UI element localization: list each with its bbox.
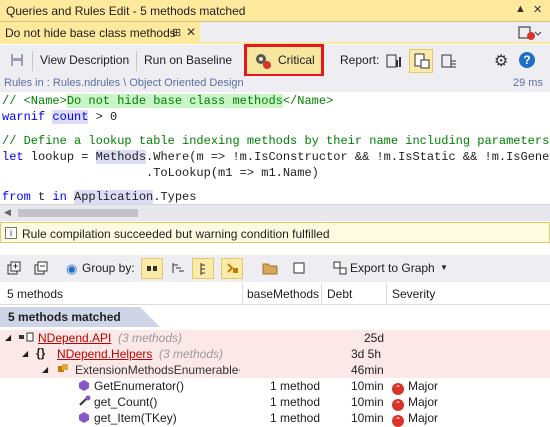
scrollbar-thumb[interactable] xyxy=(18,209,138,217)
close-icon[interactable]: ✕ xyxy=(533,3,542,16)
tab-label: Do not hide base class methods xyxy=(5,26,176,40)
code-line: // Define a lookup table indexing method… xyxy=(2,134,550,148)
column-divider xyxy=(242,283,243,305)
column-divider xyxy=(321,283,322,305)
report-doc-icon[interactable] xyxy=(409,49,433,73)
export-graph-icon[interactable] xyxy=(333,261,347,278)
group-header: 5 methods matched xyxy=(0,307,160,327)
rules-path-bar: Rules in : Rules.ndrules \ Object Orient… xyxy=(0,76,550,92)
results-grid-header: 5 methods baseMethods Debt Severity xyxy=(0,283,550,305)
row-debt: 3d 5h xyxy=(351,347,382,361)
report-label: Report: xyxy=(340,53,380,67)
dropdown-menu-icon[interactable] xyxy=(516,25,542,41)
table-row[interactable]: ◢ NDepend.API (3 methods) 25d xyxy=(0,330,550,346)
query-timing: 29 ms xyxy=(513,77,543,89)
expand-icon[interactable]: ◢ xyxy=(42,365,48,374)
view-description-button[interactable]: View Description xyxy=(40,53,129,67)
row-name[interactable]: get_Count() xyxy=(94,395,157,409)
row-basemethods: 1 method xyxy=(270,395,321,409)
expand-all-icon[interactable] xyxy=(7,261,21,278)
status-text: Rule compilation succeeded but warning c… xyxy=(22,227,330,241)
horizontal-scrollbar[interactable]: ◀ xyxy=(0,204,550,221)
pin-icon[interactable]: ▲ xyxy=(515,3,526,15)
flat-view-icon[interactable] xyxy=(292,261,306,278)
chevron-down-icon[interactable]: ▼ xyxy=(440,263,448,272)
row-severity: ⌃ Major xyxy=(392,395,438,411)
group-by-label: Group by: xyxy=(82,261,135,275)
row-name[interactable]: get_Item(TKey) xyxy=(94,411,177,425)
table-row[interactable]: ◢ ExtensionMethodsEnumerable+Di 46min xyxy=(0,362,550,378)
class-icon xyxy=(56,363,70,378)
row-name[interactable]: NDepend.Helpers xyxy=(57,347,152,361)
row-name[interactable]: GetEnumerator() xyxy=(94,379,184,393)
row-basemethods: 1 method xyxy=(270,379,321,393)
collapse-all-icon[interactable] xyxy=(34,261,48,278)
results-toolbar: ◉ Group by: Export to Graph ▼ xyxy=(0,255,550,282)
table-row[interactable]: GetEnumerator() 1 method 10min ⌃ Major xyxy=(0,378,550,395)
code-line: // <Name>Do not hide base class methods<… xyxy=(2,94,334,108)
run-on-baseline-button[interactable]: Run on Baseline xyxy=(144,53,232,67)
row-debt: 10min xyxy=(351,395,384,409)
expand-icon[interactable]: ◢ xyxy=(5,333,11,342)
info-icon: i xyxy=(5,227,17,239)
row-name[interactable]: ExtensionMethodsEnumerable+Di xyxy=(75,363,240,377)
folder-icon[interactable] xyxy=(262,261,278,278)
window-title-bar: Queries and Rules Edit - 5 methods match… xyxy=(0,0,550,22)
group-by-type-icon[interactable] xyxy=(192,258,214,279)
column-header-debt[interactable]: Debt xyxy=(327,287,352,301)
row-debt: 10min xyxy=(351,379,384,393)
toolbar-divider xyxy=(136,51,137,71)
document-tab-strip: Do not hide base class methods ⊞ ✕ xyxy=(0,22,550,44)
critical-label: Critical xyxy=(278,53,315,67)
row-name[interactable]: NDepend.API xyxy=(38,331,111,345)
group-by-method-icon[interactable] xyxy=(221,258,243,279)
row-severity: ⌃ Major xyxy=(392,379,438,395)
scroll-left-icon[interactable]: ◀ xyxy=(4,207,11,218)
pin-icon[interactable]: ⊞ xyxy=(172,26,181,39)
rules-path[interactable]: Rules in : Rules.ndrules \ Object Orient… xyxy=(4,77,244,89)
row-note: (3 methods) xyxy=(118,331,183,345)
table-row[interactable]: get_Count() 1 method 10min ⌃ Major xyxy=(0,394,550,411)
table-row[interactable]: ◢ {} NDepend.Helpers (3 methods) 3d 5h xyxy=(0,346,550,362)
report-bar-icon[interactable] xyxy=(385,53,401,72)
save-icon[interactable] xyxy=(10,53,24,70)
row-debt: 46min xyxy=(351,363,384,377)
gear-icon[interactable]: ⚙ xyxy=(494,51,508,71)
table-row[interactable]: get_Item(TKey) 1 method 10min ⌃ Major xyxy=(0,410,550,427)
code-line: warnif count > 0 xyxy=(2,110,118,124)
column-header-severity[interactable]: Severity xyxy=(392,287,435,301)
expand-icon[interactable]: ◢ xyxy=(22,349,28,358)
window-title: Queries and Rules Edit - 5 methods match… xyxy=(6,4,246,18)
code-line: .ToLookup(m1 => m1.Name) xyxy=(2,166,319,180)
critical-rule-icon xyxy=(254,52,272,73)
row-debt: 10min xyxy=(351,411,384,425)
column-header-methods[interactable]: 5 methods xyxy=(7,287,63,301)
toolbar-divider xyxy=(32,51,33,71)
row-basemethods: 1 method xyxy=(270,411,321,425)
report-list-icon[interactable] xyxy=(440,53,456,72)
group-label: 5 methods matched xyxy=(8,310,121,324)
critical-button[interactable]: Critical xyxy=(244,44,324,77)
group-by-namespace-icon[interactable] xyxy=(171,261,185,278)
method-icon xyxy=(78,379,90,394)
globe-icon: ◉ xyxy=(66,261,78,276)
help-icon[interactable]: ? xyxy=(519,52,535,68)
row-note: (3 methods) xyxy=(159,347,224,361)
method-icon xyxy=(78,411,90,426)
status-message: i Rule compilation succeeded but warning… xyxy=(0,222,550,243)
namespace-icon: {} xyxy=(36,346,46,360)
column-header-basemethods[interactable]: baseMethods xyxy=(247,287,319,301)
row-debt: 25d xyxy=(364,331,385,345)
code-line: from t in Application.Types xyxy=(2,190,197,204)
column-divider xyxy=(386,283,387,305)
code-line: let lookup = Methods.Where(m => !m.IsCon… xyxy=(2,150,550,164)
major-severity-icon: ⌃ xyxy=(392,415,404,427)
assembly-icon xyxy=(18,331,34,346)
export-to-graph-button[interactable]: Export to Graph xyxy=(350,261,435,275)
code-editor[interactable]: // <Name>Do not hide base class methods<… xyxy=(0,92,550,204)
property-getter-icon xyxy=(78,395,92,410)
group-by-assembly-icon[interactable] xyxy=(141,258,163,279)
close-icon[interactable]: ✕ xyxy=(186,25,196,39)
tab-do-not-hide-base-class-methods[interactable]: Do not hide base class methods ⊞ ✕ xyxy=(0,22,200,44)
